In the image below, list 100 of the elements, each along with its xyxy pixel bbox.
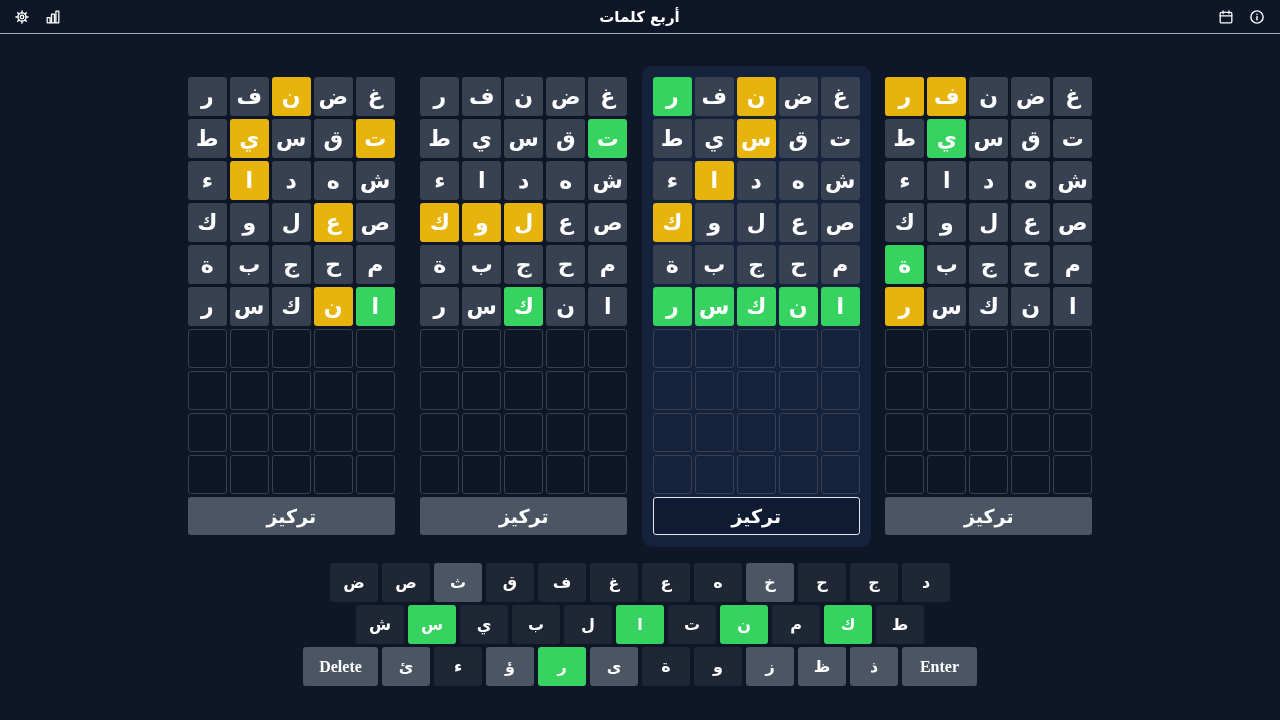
empty-tile <box>927 371 967 410</box>
letter-tile: ف <box>462 77 502 116</box>
focus-button[interactable]: تركيز <box>652 497 860 535</box>
empty-tile <box>1053 371 1093 410</box>
keyboard-key[interactable]: غ <box>589 563 639 602</box>
keyboard-key[interactable]: ي <box>459 605 509 644</box>
letter-tile: م <box>1053 245 1093 284</box>
empty-tile <box>778 413 818 452</box>
empty-tile <box>187 455 227 494</box>
keyboard-key[interactable]: ى <box>589 647 639 686</box>
bar-chart-icon[interactable] <box>46 9 60 24</box>
letter-tile: ت <box>588 119 628 158</box>
keyboard-key[interactable]: ه <box>693 563 743 602</box>
letter-tile: ك <box>885 203 925 242</box>
letter-tile: ا <box>820 287 860 326</box>
keyboard-key[interactable]: ف <box>537 563 587 602</box>
keyboard-key[interactable]: ب <box>511 605 561 644</box>
keyboard-key[interactable]: ج <box>849 563 899 602</box>
empty-tile <box>355 371 395 410</box>
focus-button[interactable]: تركيز <box>187 497 395 535</box>
letter-tile: ق <box>778 119 818 158</box>
info-icon[interactable] <box>1250 9 1264 24</box>
empty-tile <box>694 329 734 368</box>
keyboard-key[interactable]: ط <box>875 605 925 644</box>
letter-tile: ة <box>420 245 460 284</box>
letter-tile: ن <box>271 77 311 116</box>
empty-tile <box>736 413 776 452</box>
empty-tile <box>313 329 353 368</box>
keyboard-key[interactable]: ء <box>433 647 483 686</box>
empty-tile <box>546 455 586 494</box>
keyboard-key[interactable]: ض <box>329 563 379 602</box>
keyboard-key[interactable]: ل <box>563 605 613 644</box>
letter-tile: ب <box>462 245 502 284</box>
letter-tile: ه <box>1011 161 1051 200</box>
letter-tile: غ <box>1053 77 1093 116</box>
empty-tile <box>229 413 269 452</box>
empty-tile <box>504 455 544 494</box>
letter-tile: ر <box>420 77 460 116</box>
empty-tile <box>778 329 818 368</box>
letter-tile: ص <box>1053 203 1093 242</box>
letter-tile: ج <box>504 245 544 284</box>
calendar-icon[interactable] <box>1219 9 1233 24</box>
empty-tile <box>652 455 692 494</box>
empty-tile <box>187 371 227 410</box>
keyboard-key[interactable]: ة <box>641 647 691 686</box>
letter-tile: س <box>736 119 776 158</box>
empty-tile <box>885 413 925 452</box>
keyboard-key[interactable]: ؤ <box>485 647 535 686</box>
letter-tile: س <box>271 119 311 158</box>
empty-tile <box>588 371 628 410</box>
empty-tile <box>927 329 967 368</box>
letter-tile: س <box>229 287 269 326</box>
empty-tile <box>588 413 628 452</box>
keyboard-key[interactable]: و <box>693 647 743 686</box>
keyboard-key[interactable]: ت <box>667 605 717 644</box>
focus-button[interactable]: تركيز <box>420 497 628 535</box>
letter-tile: ب <box>694 245 734 284</box>
letter-tile: ه <box>778 161 818 200</box>
letter-tile: ي <box>694 119 734 158</box>
keyboard-key[interactable]: خ <box>745 563 795 602</box>
letter-tile: ك <box>420 203 460 242</box>
settings-icon[interactable] <box>15 9 29 24</box>
keyboard-key[interactable]: ح <box>797 563 847 602</box>
empty-tile <box>1053 329 1093 368</box>
keyboard-key[interactable]: ز <box>745 647 795 686</box>
empty-tile <box>420 371 460 410</box>
keyboard-key[interactable]: ظ <box>797 647 847 686</box>
letter-tile: د <box>271 161 311 200</box>
keyboard-key[interactable]: ذ <box>849 647 899 686</box>
empty-tile <box>420 455 460 494</box>
keyboard-key[interactable]: ث <box>433 563 483 602</box>
empty-tile <box>778 371 818 410</box>
delete-key[interactable]: Delete <box>302 647 379 686</box>
keyboard-key[interactable]: ق <box>485 563 535 602</box>
empty-tile <box>187 329 227 368</box>
empty-tile <box>462 455 502 494</box>
keyboard-key[interactable]: ع <box>641 563 691 602</box>
letter-tile: ر <box>885 77 925 116</box>
empty-tile <box>1011 455 1051 494</box>
empty-tile <box>271 371 311 410</box>
empty-tile <box>652 329 692 368</box>
letter-tile: ه <box>546 161 586 200</box>
empty-tile <box>271 329 311 368</box>
letter-tile: ء <box>187 161 227 200</box>
letter-tile: س <box>694 287 734 326</box>
keyboard-key[interactable]: د <box>901 563 951 602</box>
enter-key[interactable]: Enter <box>901 647 978 686</box>
empty-tile <box>271 413 311 452</box>
letter-tile: ك <box>652 203 692 242</box>
empty-tile <box>1011 329 1051 368</box>
keyboard-key[interactable]: ئ <box>381 647 431 686</box>
empty-tile <box>736 329 776 368</box>
letter-tile: ع <box>546 203 586 242</box>
focus-button[interactable]: تركيز <box>885 497 1093 535</box>
empty-tile <box>820 371 860 410</box>
keyboard-key[interactable]: ش <box>355 605 405 644</box>
keyboard-key[interactable]: م <box>771 605 821 644</box>
letter-tile: ط <box>652 119 692 158</box>
letter-tile: ص <box>588 203 628 242</box>
keyboard-key[interactable]: ص <box>381 563 431 602</box>
